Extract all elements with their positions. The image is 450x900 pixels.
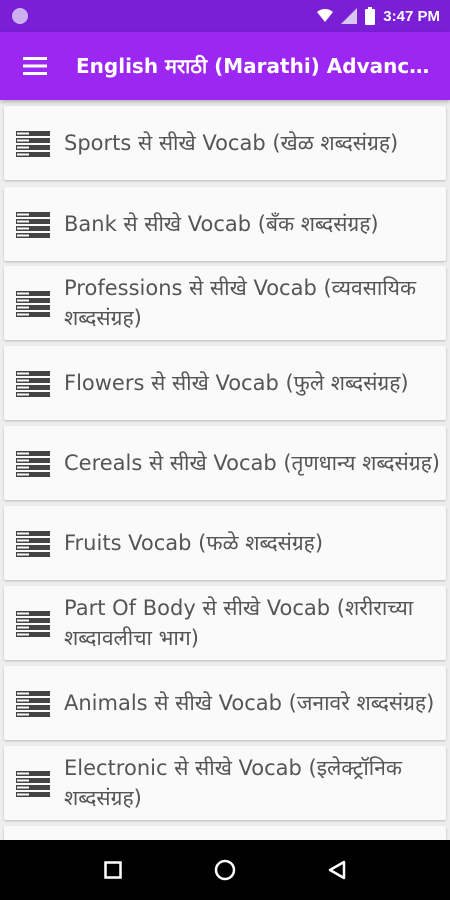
home-circle-icon [214,859,236,881]
list-icon [16,212,50,238]
list-icon [16,611,50,637]
home-button[interactable] [195,850,255,890]
list-item[interactable]: Animals से सीखे Vocab (जनावरे शब्दसंग्रह… [4,666,446,740]
list-item-label: Professions से सीखे Vocab (व्यवसायिक शब्… [64,276,417,330]
list-item[interactable]: Part Of Body से सीखे Vocab (शरीराच्या शब… [4,586,446,660]
back-triangle-icon [328,860,346,880]
list-item-label: Animals से सीखे Vocab (जनावरे शब्दसंग्रह… [64,691,435,715]
list-icon [16,531,50,557]
list-icon [16,371,50,397]
app-title: English मराठी (Marathi) Advanced Vocab [76,54,438,78]
status-bar: 3:47 PM [0,0,450,32]
list-icon [16,771,50,797]
status-time: 3:47 PM [383,7,440,25]
list-item[interactable]: Flowers से सीखे Vocab (फुले शब्दसंग्रह) [4,346,446,420]
list-item[interactable]: Professions से सीखे Vocab (व्यवसायिक शब्… [4,266,446,340]
recents-button[interactable] [83,850,143,890]
list-item-label: Fruits Vocab (फळे शब्दसंग्रह) [64,531,324,555]
list-item-label: Sports से सीखे Vocab (खेळ शब्दसंग्रह) [64,131,399,155]
cellular-signal-icon [341,8,358,24]
wifi-icon [317,9,334,22]
list-icon [16,691,50,717]
notification-dot-icon [12,8,28,24]
list-item[interactable]: Sports से सीखे Vocab (खेळ शब्दसंग्रह) [4,106,446,180]
list-item-label: Flowers से सीखे Vocab (फुले शब्दसंग्रह) [64,371,409,395]
list-item-label: Electronic से सीखे Vocab (इलेक्ट्रॉनिक श… [64,756,402,810]
navigation-bar [0,840,450,900]
list-item-label: Bank से सीखे Vocab (बँक शब्दसंग्रह) [64,212,379,236]
list-item[interactable]: Bank से सीखे Vocab (बँक शब्दसंग्रह) [4,187,446,261]
status-icons: 3:47 PM [317,0,440,32]
vocab-category-list: Sports से सीखे Vocab (खेळ शब्दसंग्रह) Ba… [0,100,450,840]
list-item[interactable]: Fruits Vocab (फळे शब्दसंग्रह) [4,506,446,580]
list-item-partial[interactable] [4,826,446,840]
list-icon [16,291,50,317]
list-item[interactable]: Electronic से सीखे Vocab (इलेक्ट्रॉनिक श… [4,746,446,820]
list-icon [16,451,50,477]
menu-button[interactable] [14,46,56,86]
app-bar: English मराठी (Marathi) Advanced Vocab [0,32,450,100]
list-item-label: Part Of Body से सीखे Vocab (शरीराच्या शब… [64,596,414,650]
list-item-label: Cereals से सीखे Vocab (तृणधान्य शब्दसंग्… [64,451,440,475]
back-button[interactable] [307,850,367,890]
hamburger-menu-icon [23,57,47,75]
battery-icon [365,7,376,25]
list-item[interactable]: Cereals से सीखे Vocab (तृणधान्य शब्दसंग्… [4,426,446,500]
recents-square-icon [104,861,122,879]
list-icon [16,131,50,157]
